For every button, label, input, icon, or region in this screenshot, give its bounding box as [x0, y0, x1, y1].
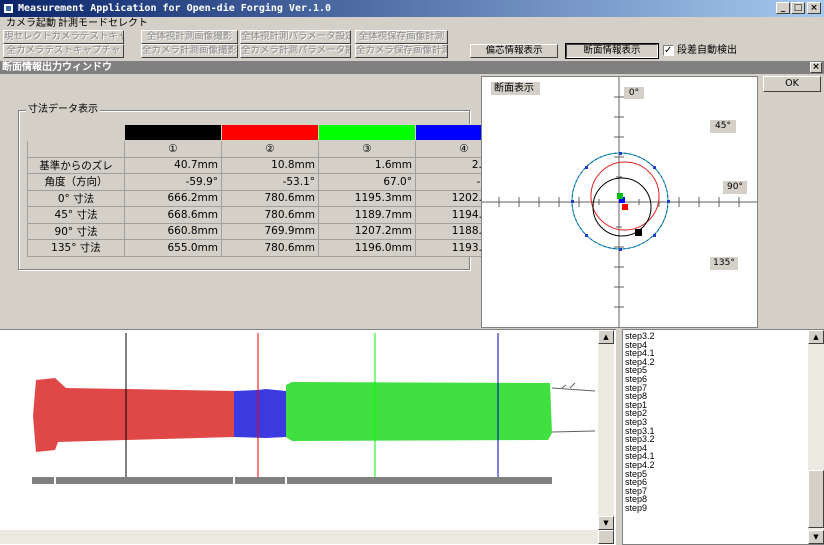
list-scroll-up-icon[interactable]: ▲ [808, 330, 824, 344]
auto-step-detect-label: 段差自動検出 [677, 45, 737, 56]
list-scroll-thumb[interactable] [808, 470, 824, 528]
menu-camera-start[interactable]: カメラ起動 [6, 17, 56, 31]
center-marker-3 [617, 193, 623, 199]
offset-info-button[interactable]: 偏芯情報表示 [470, 44, 558, 58]
list-item[interactable]: step3.2 [623, 435, 808, 444]
list-item[interactable]: step1 [623, 400, 808, 410]
image-vertical-scrollbar[interactable]: ▲ ▼ [598, 330, 614, 530]
center-marker-1 [635, 229, 642, 236]
table-row: 基準からのズレ 40.7mm 10.8mm 1.6mm 2.5mm [27, 156, 513, 174]
overall-saved-image-measure-button[interactable]: 全体視保存画像計測 [355, 30, 448, 44]
workpiece-image-pane: ▲ ▼ [0, 329, 616, 545]
auto-step-detect-checkbox[interactable]: 段差自動検出 [663, 44, 737, 57]
angle-label-45: 45° [710, 120, 736, 133]
workpiece-segment-2 [126, 389, 234, 440]
angle-label-135: 135° [710, 257, 738, 270]
col-header-1: ① [124, 140, 222, 158]
table-row: 45° 寸法 668.6mm 780.6mm 1189.7mm 1194.1mm [27, 206, 513, 224]
minimize-button[interactable]: _ [776, 2, 790, 14]
color-swatch-1 [124, 124, 222, 141]
scroll-down-icon[interactable]: ▼ [598, 516, 614, 530]
list-item[interactable]: step6 [623, 375, 808, 384]
title-bar: Measurement Application for Open-die For… [0, 0, 824, 17]
image-scroll-corner [598, 530, 614, 544]
step-list-scrollbar[interactable]: ▲ ▼ [808, 330, 824, 544]
menu-measure-mode[interactable]: 計測モードセレクト [58, 17, 148, 31]
list-item[interactable]: step4.2 [623, 461, 808, 470]
section-info-button[interactable]: 断面情報表示 [565, 43, 659, 59]
list-item[interactable]: step8 [623, 495, 808, 504]
subwindow-close-button[interactable]: × [810, 62, 822, 73]
workpiece-outline [551, 382, 596, 433]
step-listbox[interactable]: step3.2 step4 step4.1 step4.2 step5 step… [622, 329, 824, 545]
menu-bar: カメラ起動 計測モードセレクト [0, 17, 824, 31]
app-icon [3, 3, 14, 14]
workpiece-segment-4 [286, 382, 552, 441]
all-camera-test-capture-button[interactable]: 全カメラテストキャプチャ [3, 44, 124, 58]
list-item[interactable]: step8 [623, 392, 808, 401]
close-button[interactable]: × [807, 2, 821, 14]
subwindow-title: 断面情報出力ウィンドウ [2, 62, 112, 73]
cross-section-panel: 断面表示 0° 45° 90° 135° [481, 76, 758, 328]
col-header-3: ③ [318, 140, 416, 158]
angle-label-90: 90° [723, 181, 747, 194]
scroll-up-icon[interactable]: ▲ [598, 330, 614, 344]
list-item[interactable]: step3.2 [623, 332, 808, 341]
color-swatch-3 [318, 124, 416, 141]
check-icon[interactable] [663, 44, 674, 57]
center-marker-2 [622, 204, 628, 210]
workpiece-segment-1 [33, 378, 126, 452]
list-item[interactable]: step7 [623, 486, 808, 496]
step-list: step3.2 step4 step4.1 step4.2 step5 step… [623, 332, 808, 512]
ok-button[interactable]: OK [763, 76, 821, 92]
workpiece-segment-3 [234, 389, 286, 438]
angle-label-0: 0° [624, 87, 644, 99]
list-scroll-down-icon[interactable]: ▼ [808, 530, 824, 544]
list-item[interactable]: step9 [623, 504, 808, 513]
list-item[interactable]: step5 [623, 366, 808, 375]
dimension-table: ① ② ③ ④ 基準からのズレ 40.7mm 10.8mm 1.6mm 2.5m… [27, 124, 513, 257]
overall-measure-capture-button[interactable]: 全体視計測画像撮影 [141, 30, 238, 44]
table-row: 135° 寸法 655.0mm 780.6mm 1196.0mm 1193.6m… [27, 239, 513, 257]
step-bar [32, 477, 552, 484]
table-row: 90° 寸法 660.8mm 769.9mm 1207.2mm 1188.2mm [27, 222, 513, 240]
overall-param-setting-button[interactable]: 全体視計測パラメータ設定 [240, 30, 351, 44]
window-title: Measurement Application for Open-die For… [18, 3, 332, 14]
workpiece-image [0, 333, 598, 530]
cross-section-plot [482, 77, 757, 327]
color-swatch-2 [221, 124, 319, 141]
col-header-2: ② [221, 140, 319, 158]
image-horizontal-scrollbar[interactable] [0, 530, 598, 544]
all-camera-saved-measure-button[interactable]: 全カメラ保存画像計測 [355, 44, 448, 58]
all-camera-measure-capture-button[interactable]: 全カメラ計測画像撮影 [141, 44, 238, 58]
list-item[interactable]: step4.2 [623, 357, 808, 367]
all-camera-param-setting-button[interactable]: 全カメラ計測パラメータ設定 [240, 44, 351, 58]
table-row: 角度（方向） -59.9° -53.1° 67.0° -57.9° [27, 173, 513, 191]
table-row: 0° 寸法 666.2mm 780.6mm 1195.3mm 1202.4mm [27, 189, 513, 207]
subwindow-title-bar: 断面情報出力ウィンドウ [0, 61, 824, 74]
cross-section-label: 断面表示 [491, 82, 540, 95]
dimension-group-label: 寸法データ表示 [26, 104, 100, 116]
select-camera-test-capture-button[interactable]: 現セレクトカメラテストキャプチャ [3, 30, 124, 44]
app-window: Measurement Application for Open-die For… [0, 0, 824, 545]
list-item[interactable]: step2 [623, 409, 808, 418]
list-item[interactable]: step6 [623, 478, 808, 487]
list-item[interactable]: step7 [623, 383, 808, 393]
list-item[interactable]: step5 [623, 469, 808, 479]
maximize-button[interactable]: □ [791, 2, 805, 14]
